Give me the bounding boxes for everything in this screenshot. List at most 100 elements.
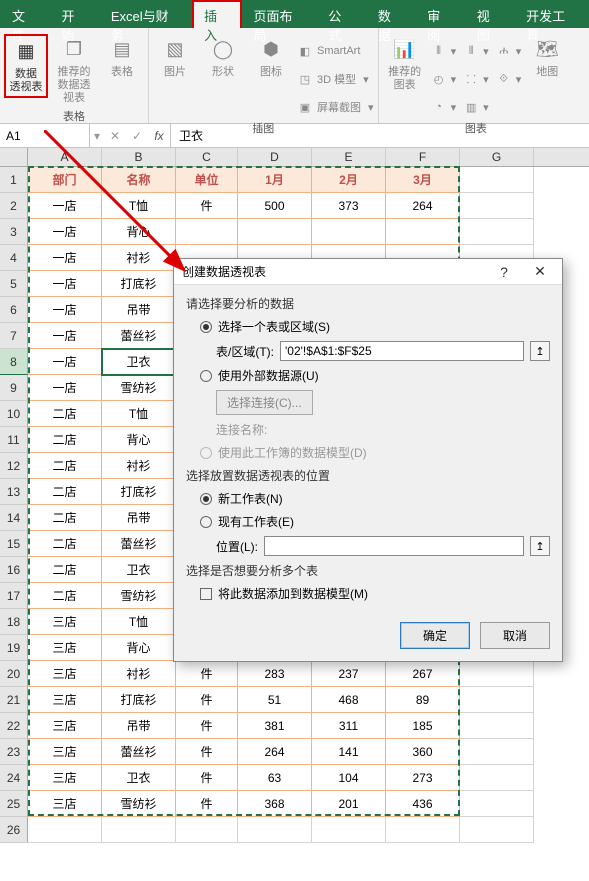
row-header-19[interactable]: 19 (0, 635, 28, 661)
cell-F26[interactable] (386, 817, 460, 843)
cell-B19[interactable]: 背心 (102, 635, 176, 661)
cell-F1[interactable]: 3月 (386, 167, 460, 193)
cell-D24[interactable]: 63 (238, 765, 312, 791)
row-header-11[interactable]: 11 (0, 427, 28, 453)
cell-D23[interactable]: 264 (238, 739, 312, 765)
cell-A18[interactable]: 三店 (28, 609, 102, 635)
cell-A13[interactable]: 二店 (28, 479, 102, 505)
col-header-D[interactable]: D (238, 148, 312, 166)
name-box[interactable]: A1 (0, 124, 90, 147)
col-header-C[interactable]: C (176, 148, 238, 166)
chart-type-1[interactable]: ⫴▾ ⫴▾ ሐ▾ (431, 38, 522, 64)
shapes-button[interactable]: ◯ 形状 (201, 34, 245, 81)
cell-D26[interactable] (238, 817, 312, 843)
cell-B25[interactable]: 雪纺衫 (102, 791, 176, 817)
cell-A19[interactable]: 三店 (28, 635, 102, 661)
col-header-F[interactable]: F (386, 148, 460, 166)
cell-G1[interactable] (460, 167, 534, 193)
cell-E24[interactable]: 104 (312, 765, 386, 791)
cell-A9[interactable]: 一店 (28, 375, 102, 401)
cell-B15[interactable]: 蕾丝衫 (102, 531, 176, 557)
cell-G22[interactable] (460, 713, 534, 739)
cell-B12[interactable]: 衬衫 (102, 453, 176, 479)
cell-C23[interactable]: 件 (176, 739, 238, 765)
col-header-E[interactable]: E (312, 148, 386, 166)
range-picker-button[interactable]: ↥ (530, 341, 550, 361)
cell-D3[interactable] (238, 219, 312, 245)
row-header-8[interactable]: 8 (0, 349, 28, 375)
cell-A11[interactable]: 二店 (28, 427, 102, 453)
ribbon-tab-2[interactable]: Excel与财务 (99, 0, 192, 28)
cell-B18[interactable]: T恤 (102, 609, 176, 635)
cell-F20[interactable]: 267 (386, 661, 460, 687)
range-input[interactable]: '02'!$A$1:$F$25 (280, 341, 524, 361)
row-header-20[interactable]: 20 (0, 661, 28, 687)
cell-D21[interactable]: 51 (238, 687, 312, 713)
cell-A26[interactable] (28, 817, 102, 843)
cell-G25[interactable] (460, 791, 534, 817)
row-header-17[interactable]: 17 (0, 583, 28, 609)
row-header-23[interactable]: 23 (0, 739, 28, 765)
cell-B24[interactable]: 卫衣 (102, 765, 176, 791)
icons-button[interactable]: ⬢ 图标 (249, 34, 293, 81)
ribbon-tab-9[interactable]: 开发工具 (514, 0, 589, 28)
col-header-G[interactable]: G (460, 148, 534, 166)
cell-B11[interactable]: 背心 (102, 427, 176, 453)
cell-A12[interactable]: 二店 (28, 453, 102, 479)
ribbon-tab-1[interactable]: 开始 (49, 0, 98, 28)
cell-A6[interactable]: 一店 (28, 297, 102, 323)
cell-E3[interactable] (312, 219, 386, 245)
cell-A20[interactable]: 三店 (28, 661, 102, 687)
choose-connection-button[interactable]: 选择连接(C)... (216, 390, 313, 415)
ribbon-tab-0[interactable]: 文件 (0, 0, 49, 28)
cell-E1[interactable]: 2月 (312, 167, 386, 193)
cell-A22[interactable]: 三店 (28, 713, 102, 739)
row-header-21[interactable]: 21 (0, 687, 28, 713)
cell-A24[interactable]: 三店 (28, 765, 102, 791)
ribbon-tab-5[interactable]: 公式 (316, 0, 365, 28)
cell-A5[interactable]: 一店 (28, 271, 102, 297)
cell-D22[interactable]: 381 (238, 713, 312, 739)
cell-F21[interactable]: 89 (386, 687, 460, 713)
select-all-corner[interactable] (0, 148, 28, 166)
radio-existing-sheet[interactable] (200, 516, 212, 528)
row-header-1[interactable]: 1 (0, 167, 28, 193)
recommended-pivot-button[interactable]: ❐ 推荐的 数据透视表 (52, 34, 96, 108)
location-input[interactable] (264, 536, 524, 556)
ok-button[interactable]: 确定 (400, 622, 470, 649)
cell-E23[interactable]: 141 (312, 739, 386, 765)
cell-E25[interactable]: 201 (312, 791, 386, 817)
cell-A17[interactable]: 二店 (28, 583, 102, 609)
row-header-9[interactable]: 9 (0, 375, 28, 401)
cell-E21[interactable]: 468 (312, 687, 386, 713)
cell-C3[interactable] (176, 219, 238, 245)
cell-C22[interactable]: 件 (176, 713, 238, 739)
cell-A25[interactable]: 三店 (28, 791, 102, 817)
cell-G24[interactable] (460, 765, 534, 791)
cell-B6[interactable]: 吊带 (102, 297, 176, 323)
cell-A14[interactable]: 二店 (28, 505, 102, 531)
row-header-14[interactable]: 14 (0, 505, 28, 531)
cell-A15[interactable]: 二店 (28, 531, 102, 557)
row-header-4[interactable]: 4 (0, 245, 28, 271)
row-header-6[interactable]: 6 (0, 297, 28, 323)
cell-D1[interactable]: 1月 (238, 167, 312, 193)
cell-C20[interactable]: 件 (176, 661, 238, 687)
ribbon-tab-8[interactable]: 视图 (465, 0, 514, 28)
cell-B3[interactable]: 背心 (102, 219, 176, 245)
cell-B9[interactable]: 雪纺衫 (102, 375, 176, 401)
cell-B14[interactable]: 吊带 (102, 505, 176, 531)
row-header-25[interactable]: 25 (0, 791, 28, 817)
row-header-2[interactable]: 2 (0, 193, 28, 219)
row-header-18[interactable]: 18 (0, 609, 28, 635)
radio-select-range[interactable] (200, 321, 212, 333)
cell-G2[interactable] (460, 193, 534, 219)
cell-B2[interactable]: T恤 (102, 193, 176, 219)
3dmodel-button[interactable]: ◳3D 模型 ▾ (297, 66, 369, 92)
cell-B20[interactable]: 衬衫 (102, 661, 176, 687)
row-header-12[interactable]: 12 (0, 453, 28, 479)
row-header-26[interactable]: 26 (0, 817, 28, 843)
row-header-24[interactable]: 24 (0, 765, 28, 791)
screenshot-button[interactable]: ▣屏幕截图 ▾ (297, 94, 374, 120)
cell-B22[interactable]: 吊带 (102, 713, 176, 739)
